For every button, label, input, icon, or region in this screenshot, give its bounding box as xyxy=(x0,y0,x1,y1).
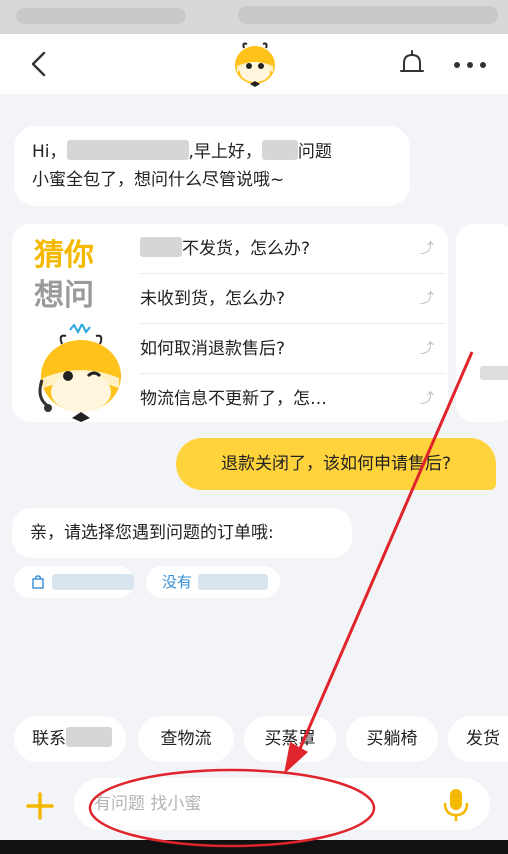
mascot-headset-icon xyxy=(38,324,121,422)
order-chip-1[interactable] xyxy=(14,566,134,598)
question-item-4[interactable]: 物流信息不更新了，怎… ⤴ xyxy=(140,374,446,422)
quick-reply-recliner[interactable]: 买躺椅 xyxy=(346,716,438,762)
greeting-prefix: Hi， xyxy=(32,142,67,162)
user-message-bubble: 退款关闭了，该如何申请售后? xyxy=(176,438,496,490)
guess-title-line1: 猜你 xyxy=(34,238,94,273)
question-list: 不发货，怎么办? ⤴ 未收到货，怎么办? ⤴ 如何取消退款售后? ⤴ 物流信息不… xyxy=(140,224,446,422)
bell-icon[interactable] xyxy=(396,48,428,80)
arrow-icon: ⤴ xyxy=(420,391,434,407)
guess-questions-card: 猜你 想问 不发货，怎么办? ⤴ 未收到货，怎么办? ⤴ 如何取消退款售后? ⤴… xyxy=(12,224,448,422)
quick-reply-contact[interactable]: 联系 xyxy=(14,716,126,762)
quick-reply-logistics[interactable]: 查物流 xyxy=(138,716,234,762)
greeting-bubble: Hi， ,早上好， 问题 小蜜全包了，想问什么尽管说哦~ xyxy=(14,126,410,206)
arrow-icon: ⤴ xyxy=(420,291,434,307)
quick-reply-shipping[interactable]: 发货 xyxy=(448,716,508,762)
next-card-peek[interactable] xyxy=(456,224,508,422)
blurred-text xyxy=(66,727,112,747)
back-arrow-icon[interactable] xyxy=(26,50,54,78)
message-input-container[interactable] xyxy=(74,778,490,830)
question-text-2: 未收到货，怎么办? xyxy=(140,289,286,309)
quick-reply-steamer[interactable]: 买蒸罩 xyxy=(244,716,336,762)
plus-icon[interactable] xyxy=(20,786,60,826)
question-item-3[interactable]: 如何取消退款售后? ⤴ xyxy=(140,324,446,374)
greeting-mid: ,早上好， xyxy=(188,142,262,162)
mascot-icon xyxy=(235,42,275,87)
greeting-suffix: 问题 xyxy=(297,142,332,162)
status-blur-right xyxy=(238,6,498,24)
order-chip-2-label: 没有 xyxy=(162,573,193,591)
greeting-line1: Hi， ,早上好， 问题 xyxy=(32,138,392,166)
more-icon[interactable] xyxy=(452,60,488,70)
blurred-text xyxy=(140,237,182,257)
shopping-bag-icon xyxy=(32,575,44,589)
quick-reply-label: 联系 xyxy=(32,729,66,749)
blurred-text xyxy=(261,140,298,160)
question-item-2[interactable]: 未收到货，怎么办? ⤴ xyxy=(140,274,446,324)
blurred-text xyxy=(480,366,508,380)
message-input[interactable] xyxy=(94,790,424,818)
order-chip-2[interactable]: 没有 xyxy=(146,566,280,598)
status-bar xyxy=(0,0,508,34)
status-blur-left xyxy=(16,8,186,24)
bottom-input-bar xyxy=(0,772,508,836)
greeting-line2: 小蜜全包了，想问什么尽管说哦~ xyxy=(32,170,285,190)
question-item-1[interactable]: 不发货，怎么办? ⤴ xyxy=(140,224,446,274)
question-text-4: 物流信息不更新了，怎… xyxy=(140,389,327,409)
bot-prompt-bubble: 亲，请选择您遇到问题的订单哦: xyxy=(12,508,352,558)
blurred-username xyxy=(66,140,189,160)
arrow-icon: ⤴ xyxy=(420,341,434,357)
top-navbar xyxy=(0,34,508,94)
guess-title: 猜你 想问 xyxy=(34,236,124,316)
question-text-3: 如何取消退款售后? xyxy=(140,339,286,359)
blurred-text xyxy=(52,574,134,590)
question-text-1: 不发货，怎么办? xyxy=(182,239,311,259)
arrow-icon: ⤴ xyxy=(420,241,434,257)
microphone-icon[interactable] xyxy=(442,788,470,822)
blurred-text xyxy=(198,574,268,590)
guess-title-line2: 想问 xyxy=(34,278,94,313)
system-nav-bar xyxy=(0,840,508,854)
